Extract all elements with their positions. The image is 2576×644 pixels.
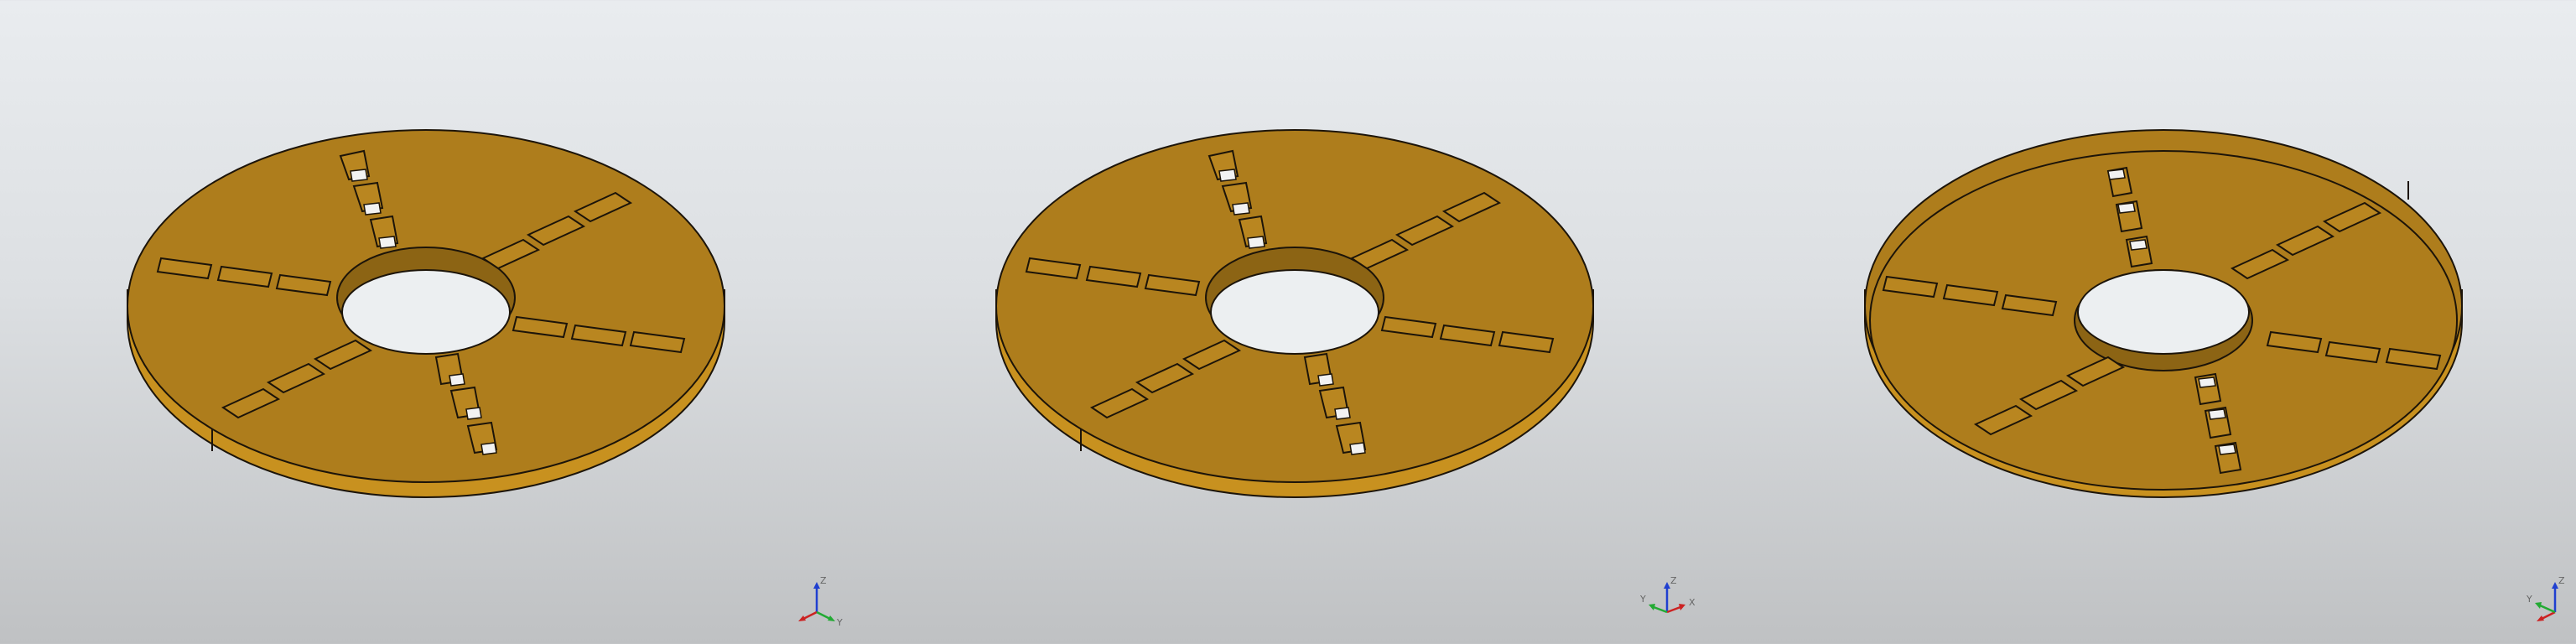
center-hole <box>1210 269 1379 355</box>
x-axis <box>2541 610 2556 621</box>
x-label: X <box>1689 597 1696 608</box>
y-axis <box>816 610 831 621</box>
x-axis <box>802 610 818 621</box>
disk-model-3[interactable] <box>1717 0 2576 644</box>
z-label: Z <box>1670 577 1677 586</box>
viewport-3[interactable]: Z Y <box>1717 0 2576 644</box>
disk-model-1[interactable] <box>0 0 859 644</box>
disk-model-2[interactable] <box>859 0 1717 644</box>
orientation-triad[interactable]: Z X Y <box>1639 577 1706 627</box>
x-axis <box>1666 605 1681 614</box>
y-label: Y <box>836 617 843 627</box>
z-label: Z <box>2558 577 2565 586</box>
y-label: Y <box>1639 594 1646 605</box>
viewport-2[interactable]: Z X Y <box>859 0 1717 644</box>
y-label: Y <box>2526 594 2532 605</box>
viewport-1[interactable]: Z Y <box>0 0 859 644</box>
orientation-triad[interactable]: Z Y <box>2518 577 2576 627</box>
orientation-triad[interactable]: Z Y <box>788 577 855 627</box>
z-label: Z <box>820 577 827 586</box>
center-hole <box>341 269 511 355</box>
y-axis <box>2539 604 2556 614</box>
center-hole <box>2077 269 2250 355</box>
viewport-row: Z Y Z X Y Z Y <box>0 0 2576 644</box>
y-axis <box>1653 605 1668 614</box>
